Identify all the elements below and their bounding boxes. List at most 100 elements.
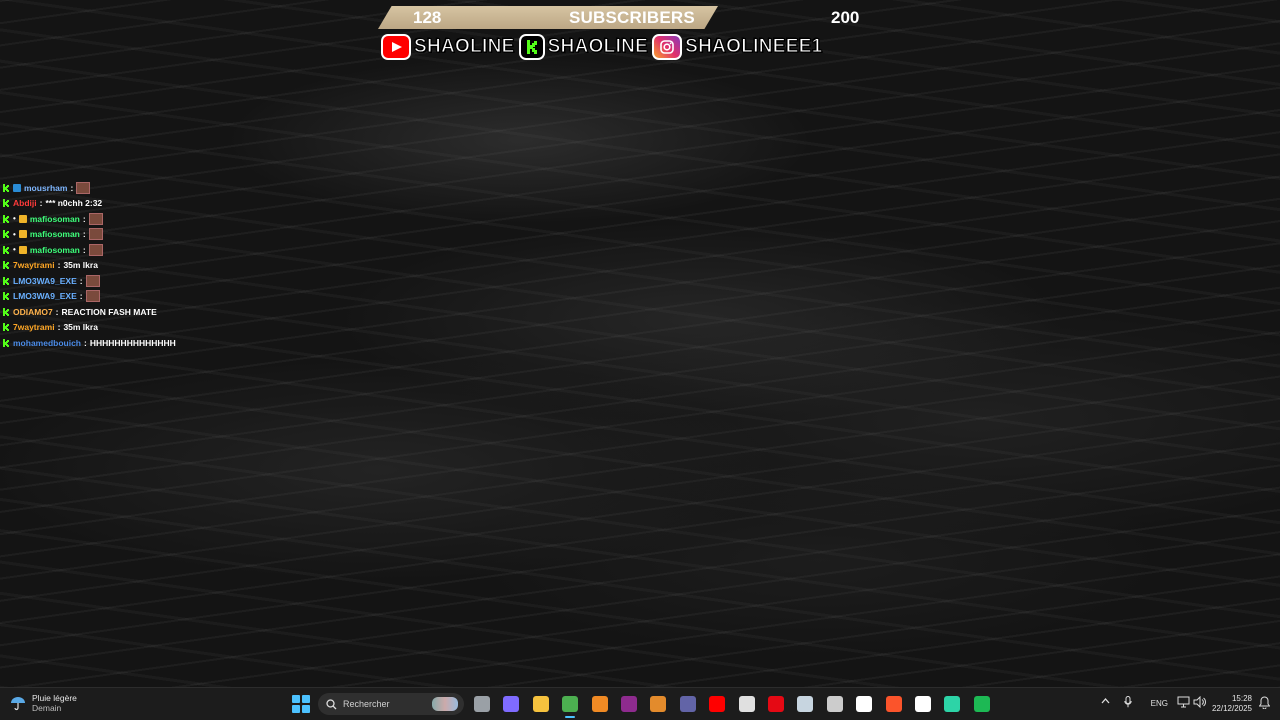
social-youtube: SHAOLINE [381, 34, 515, 60]
kick-handle: SHAOLINE [547, 36, 649, 58]
star-icon: • [13, 229, 16, 239]
chat-text: *** n0chh 2:32 [45, 198, 103, 209]
chat-message: LMO3WA9_EXE: [3, 289, 303, 305]
kick-icon [3, 261, 9, 270]
language-indicator[interactable]: ENG [1151, 699, 1168, 708]
social-kick: SHAOLINE [518, 34, 649, 60]
chat-username: mafiosoman [29, 213, 80, 224]
netflix-icon[interactable] [768, 696, 784, 712]
app-circle-icon[interactable] [827, 696, 843, 712]
network-icon[interactable] [1177, 696, 1190, 710]
chat-text: 35m lkra [63, 260, 98, 271]
chat-message: mousrham: [3, 180, 303, 196]
weather-widget[interactable]: Pluie légère Demain [10, 693, 77, 713]
emote-icon [85, 274, 100, 287]
app-shield-icon[interactable] [650, 696, 666, 712]
chat-text: HHHHHHHHHHHHHH [89, 337, 176, 348]
steam-icon[interactable] [797, 696, 813, 712]
clock-time: 15:28 [1231, 694, 1252, 703]
rain-umbrella-icon [11, 697, 25, 711]
teams-icon[interactable] [680, 696, 696, 712]
emote-icon [88, 243, 103, 256]
kick-icon [3, 214, 9, 223]
goal-label: SUBSCRIBERS [569, 8, 695, 27]
xm-app-icon[interactable] [856, 696, 872, 712]
chat-overlay: mousrham: Abdiji: *** n0chh 2:32 • mafiosoma… [3, 180, 303, 351]
youtube-handle: SHAOLINE [414, 36, 515, 58]
emote-icon [88, 212, 103, 225]
star-icon: • [13, 245, 16, 255]
emote-icon [76, 181, 91, 194]
chat-separator: : [79, 275, 83, 286]
fn-app-icon[interactable] [739, 696, 755, 712]
spotify-icon[interactable] [974, 696, 990, 712]
chat-message: mohamedbouich: HHHHHHHHHHHHHH [3, 335, 303, 351]
task-view-icon[interactable] [474, 696, 490, 712]
kick-icon [3, 245, 9, 254]
chat-message: ODIAMO7: REACTION FASH MATE [3, 304, 303, 320]
search-highlight-image [432, 697, 458, 711]
goal-target-count: 200 [831, 8, 860, 27]
clock-date: 22/12/2025 [1211, 704, 1252, 713]
kick-icon [3, 338, 9, 347]
kick-icon [3, 276, 9, 285]
weather-subtitle: Demain [32, 703, 62, 713]
search-placeholder: Rechercher [343, 699, 390, 709]
kick-icon [3, 323, 9, 332]
chat-message: • mafiosoman: [3, 242, 303, 258]
kick-icon [3, 307, 9, 316]
chat-username: ODIAMO7 [13, 306, 53, 317]
brave-icon[interactable] [886, 696, 902, 712]
app-purple-icon[interactable] [621, 696, 637, 712]
chat-separator: : [82, 213, 86, 224]
kick-icon [518, 34, 545, 60]
chat-separator: : [79, 291, 83, 302]
volume-icon[interactable] [1193, 695, 1206, 710]
microphone-icon[interactable] [1124, 696, 1132, 710]
chat-text: REACTION FASH MATE [61, 306, 157, 317]
subscriber-badge-icon [18, 214, 27, 223]
youtube-icon [381, 34, 411, 60]
chat-message: LMO3WA9_EXE: [3, 273, 303, 289]
social-links: SHAOLINE SHAOLINE SHAOLINEEE1 [381, 33, 823, 61]
emote-icon [88, 228, 103, 241]
chat-username: mafiosoman [29, 229, 80, 240]
verified-badge-icon [13, 183, 21, 192]
social-instagram: SHAOLINEEE1 [652, 34, 823, 60]
chat-message: 7waytrami:35m lkra [3, 258, 303, 274]
chat-message: 7waytrami:35m lkra [3, 320, 303, 336]
star-icon: • [13, 214, 16, 224]
emote-icon [85, 290, 100, 303]
kick-icon [3, 183, 9, 192]
chevron-up-icon[interactable] [1101, 697, 1110, 706]
chrome-icon[interactable] [562, 696, 578, 718]
clock[interactable]: 15:28 22/12/2025 [1212, 694, 1252, 714]
youtube-icon[interactable] [709, 696, 725, 712]
app-teal-icon[interactable] [944, 696, 960, 712]
weather-title: Pluie légère [32, 693, 77, 703]
instagram-handle: SHAOLINEEE1 [685, 36, 823, 58]
chat-separator: : [55, 306, 59, 317]
kick-icon [3, 230, 9, 239]
start-button[interactable] [292, 695, 310, 713]
subscriber-badge-icon [18, 245, 27, 254]
chat-message: • mafiosoman: [3, 227, 303, 243]
chat-separator: : [82, 244, 86, 255]
chat-username: Abdiji [13, 198, 37, 209]
stream-overlay: 128 SUBSCRIBERS 200 SHAOLINE SHAOLINE SH… [378, 6, 893, 62]
chat-username: LMO3WA9_EXE [13, 291, 77, 302]
chat-message: • mafiosoman: [3, 211, 303, 227]
chat-username: mafiosoman [29, 244, 80, 255]
chat-separator: : [39, 198, 43, 209]
taskbar-search[interactable]: Rechercher [318, 693, 464, 715]
chat-separator: : [84, 337, 87, 348]
copilot-icon[interactable] [503, 696, 519, 712]
app-orange-icon[interactable] [592, 696, 608, 712]
goal-current-count: 128 [413, 8, 442, 27]
file-explorer-icon[interactable] [533, 696, 549, 712]
taskbar: Pluie légère Demain Rechercher ENG 15:28… [0, 687, 1280, 720]
kick-icon [3, 199, 9, 208]
notification-bell-icon[interactable] [1258, 696, 1271, 711]
chat-separator: : [57, 260, 61, 271]
tradingview-icon[interactable] [915, 696, 931, 712]
